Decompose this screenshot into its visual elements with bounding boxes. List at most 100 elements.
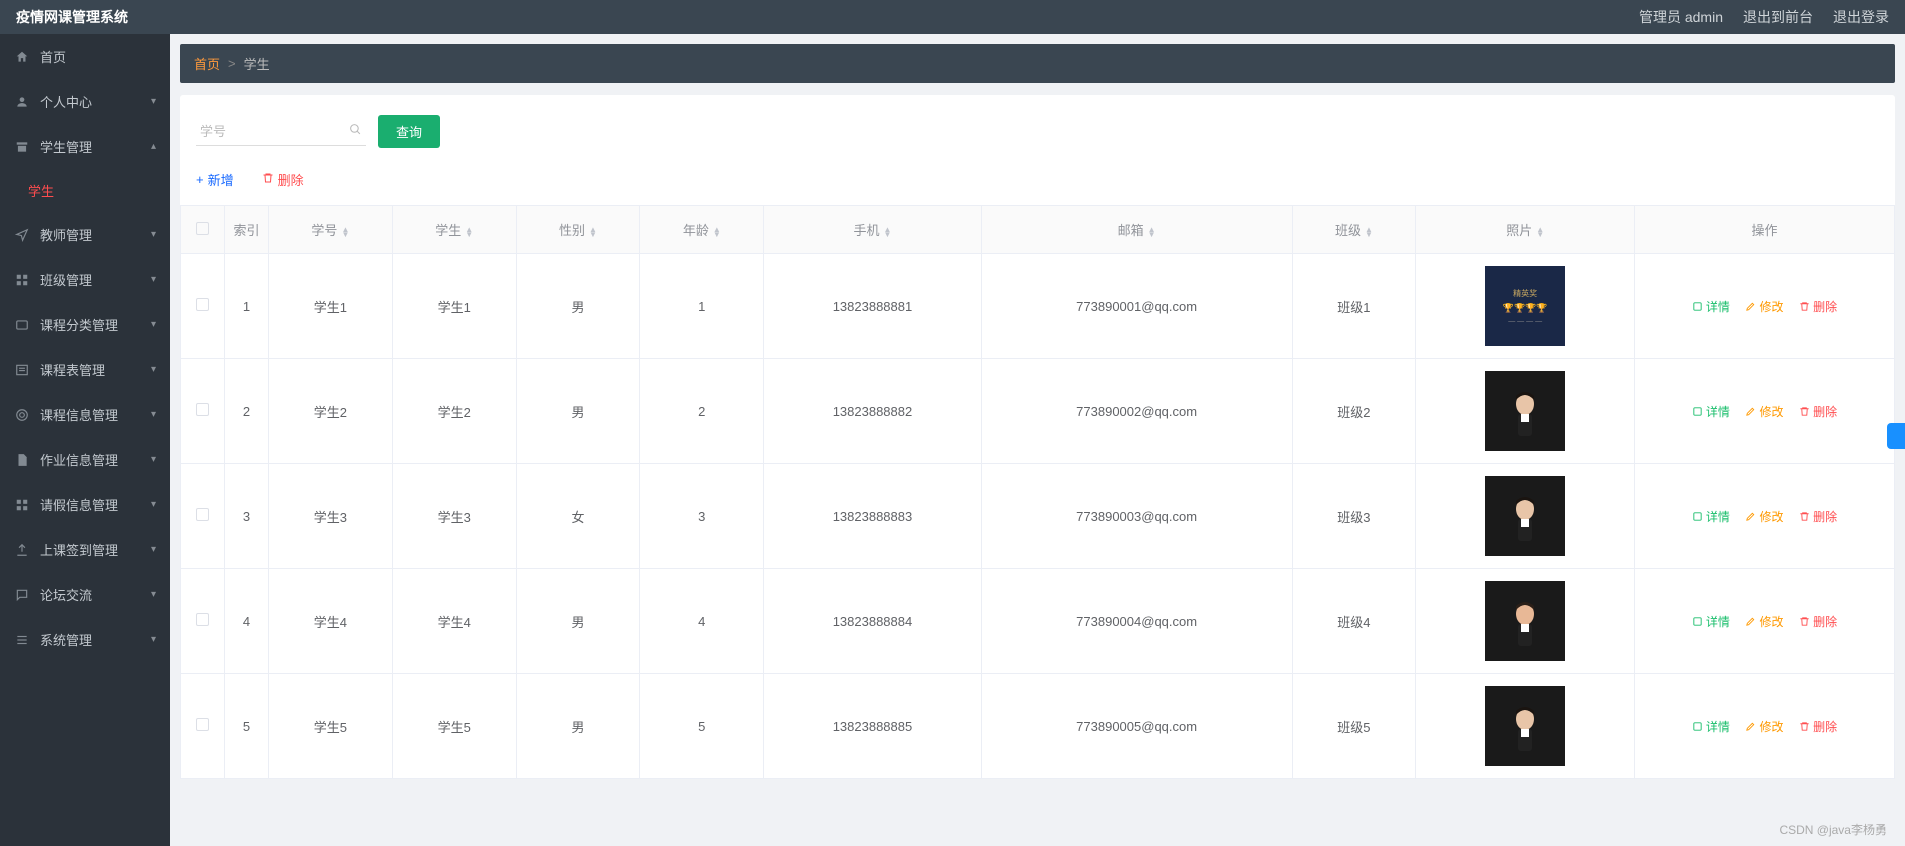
row-checkbox[interactable] <box>196 403 209 416</box>
select-all-checkbox[interactable] <box>196 222 209 235</box>
sidebar-item-label: 首页 <box>40 47 66 66</box>
photo-thumbnail <box>1485 371 1565 451</box>
cell-phone: 13823888881 <box>764 254 982 359</box>
sidebar-item-0[interactable]: 首页 <box>0 34 170 79</box>
th-9[interactable]: 照片▲▼ <box>1416 206 1635 254</box>
cell-index: 5 <box>225 674 269 779</box>
sidebar-item-label: 课程分类管理 <box>40 315 118 334</box>
row-checkbox[interactable] <box>196 613 209 626</box>
sidebar-item-7[interactable]: 课程信息管理▾ <box>0 392 170 437</box>
sidebar-sub-student[interactable]: 学生 <box>0 169 170 212</box>
table-row: 4 学生4 学生4 男 4 13823888884 773890004@qq.c… <box>181 569 1895 674</box>
chevron-icon: ▾ <box>151 96 156 107</box>
th-7[interactable]: 邮箱▲▼ <box>981 206 1292 254</box>
sidebar-item-label: 个人中心 <box>40 92 92 111</box>
goto-front-button[interactable]: 退出到前台 <box>1743 7 1813 27</box>
student-table: 索引学号▲▼学生▲▼性别▲▼年龄▲▼手机▲▼邮箱▲▼班级▲▼照片▲▼操作 1 学… <box>180 205 1895 779</box>
view-button[interactable]: 详情 <box>1692 718 1730 735</box>
chevron-icon: ▾ <box>151 634 156 645</box>
sidebar-item-6[interactable]: 课程表管理▾ <box>0 347 170 392</box>
header-bar: 疫情网课管理系统 管理员 admin 退出到前台 退出登录 <box>0 0 1905 34</box>
cell-index: 2 <box>225 359 269 464</box>
sidebar-item-11[interactable]: 论坛交流▾ <box>0 572 170 617</box>
sidebar-item-1[interactable]: 个人中心 ▾ <box>0 79 170 124</box>
cell-email: 773890003@qq.com <box>981 464 1292 569</box>
side-tab-handle[interactable] <box>1887 423 1905 449</box>
batch-delete-button[interactable]: 删除 <box>262 170 304 189</box>
th-6[interactable]: 手机▲▼ <box>764 206 982 254</box>
view-button[interactable]: 详情 <box>1692 298 1730 315</box>
user-icon <box>14 94 30 110</box>
th-8[interactable]: 班级▲▼ <box>1292 206 1416 254</box>
chevron-icon: ▾ <box>151 229 156 240</box>
row-checkbox[interactable] <box>196 298 209 311</box>
edit-button[interactable]: 修改 <box>1745 298 1783 315</box>
sidebar-item-label: 课程表管理 <box>40 360 105 379</box>
th-1: 索引 <box>225 206 269 254</box>
delete-button[interactable]: 删除 <box>1799 613 1837 630</box>
sidebar-item-9[interactable]: 请假信息管理▾ <box>0 482 170 527</box>
delete-button[interactable]: 删除 <box>1799 508 1837 525</box>
breadcrumb-home[interactable]: 首页 <box>194 54 220 73</box>
row-checkbox[interactable] <box>196 508 209 521</box>
cell-sno: 学生4 <box>269 569 393 674</box>
edit-button[interactable]: 修改 <box>1745 613 1783 630</box>
query-button[interactable]: 查询 <box>378 115 440 148</box>
delete-button[interactable]: 删除 <box>1799 718 1837 735</box>
cell-gender: 男 <box>516 359 640 464</box>
chevron-icon: ▾ <box>151 454 156 465</box>
cell-age: 2 <box>640 359 764 464</box>
breadcrumb-sep: > <box>228 56 236 71</box>
delete-button[interactable]: 删除 <box>1799 403 1837 420</box>
delete-button[interactable]: 删除 <box>1799 298 1837 315</box>
chevron-icon: ▾ <box>151 544 156 555</box>
edit-button[interactable]: 修改 <box>1745 403 1783 420</box>
send-icon <box>14 227 30 243</box>
row-checkbox[interactable] <box>196 718 209 731</box>
logout-button[interactable]: 退出登录 <box>1833 7 1889 27</box>
edit-button[interactable]: 修改 <box>1745 718 1783 735</box>
cell-email: 773890002@qq.com <box>981 359 1292 464</box>
th-4[interactable]: 性别▲▼ <box>516 206 640 254</box>
photo-thumbnail <box>1485 686 1565 766</box>
cell-age: 4 <box>640 569 764 674</box>
user-label[interactable]: 管理员 admin <box>1639 7 1723 27</box>
sort-icon: ▲▼ <box>465 227 473 237</box>
cell-gender: 女 <box>516 464 640 569</box>
sidebar-item-12[interactable]: 系统管理▾ <box>0 617 170 662</box>
th-3[interactable]: 学生▲▼ <box>392 206 516 254</box>
sidebar-item-5[interactable]: 课程分类管理▾ <box>0 302 170 347</box>
cell-email: 773890005@qq.com <box>981 674 1292 779</box>
cell-phone: 13823888885 <box>764 674 982 779</box>
sidebar-item-8[interactable]: 作业信息管理▾ <box>0 437 170 482</box>
chevron-icon: ▾ <box>151 274 156 285</box>
sidebar-item-4[interactable]: 班级管理▾ <box>0 257 170 302</box>
sidebar-item-label: 教师管理 <box>40 225 92 244</box>
search-input-student-id[interactable] <box>196 118 366 145</box>
sidebar-item-2[interactable]: 学生管理▴ <box>0 124 170 169</box>
sidebar-item-3[interactable]: 教师管理 ▾ <box>0 212 170 257</box>
message-icon <box>14 317 30 333</box>
view-button[interactable]: 详情 <box>1692 613 1730 630</box>
add-button[interactable]: + 新增 <box>196 170 234 189</box>
cell-age: 1 <box>640 254 764 359</box>
sort-icon: ▲▼ <box>1536 227 1544 237</box>
th-5[interactable]: 年龄▲▼ <box>640 206 764 254</box>
edit-button[interactable]: 修改 <box>1745 508 1783 525</box>
app-title: 疫情网课管理系统 <box>16 7 128 27</box>
view-button[interactable]: 详情 <box>1692 403 1730 420</box>
cell-class: 班级1 <box>1292 254 1416 359</box>
sidebar-item-label: 上课签到管理 <box>40 540 118 559</box>
cell-sno: 学生5 <box>269 674 393 779</box>
sort-icon: ▲▼ <box>884 227 892 237</box>
cell-class: 班级2 <box>1292 359 1416 464</box>
breadcrumb-current: 学生 <box>244 54 270 73</box>
cell-age: 3 <box>640 464 764 569</box>
chevron-icon: ▾ <box>151 589 156 600</box>
sidebar-item-10[interactable]: 上课签到管理 ▾ <box>0 527 170 572</box>
view-button[interactable]: 详情 <box>1692 508 1730 525</box>
chevron-icon: ▾ <box>151 499 156 510</box>
th-2[interactable]: 学号▲▼ <box>269 206 393 254</box>
photo-thumbnail <box>1485 476 1565 556</box>
cell-index: 3 <box>225 464 269 569</box>
